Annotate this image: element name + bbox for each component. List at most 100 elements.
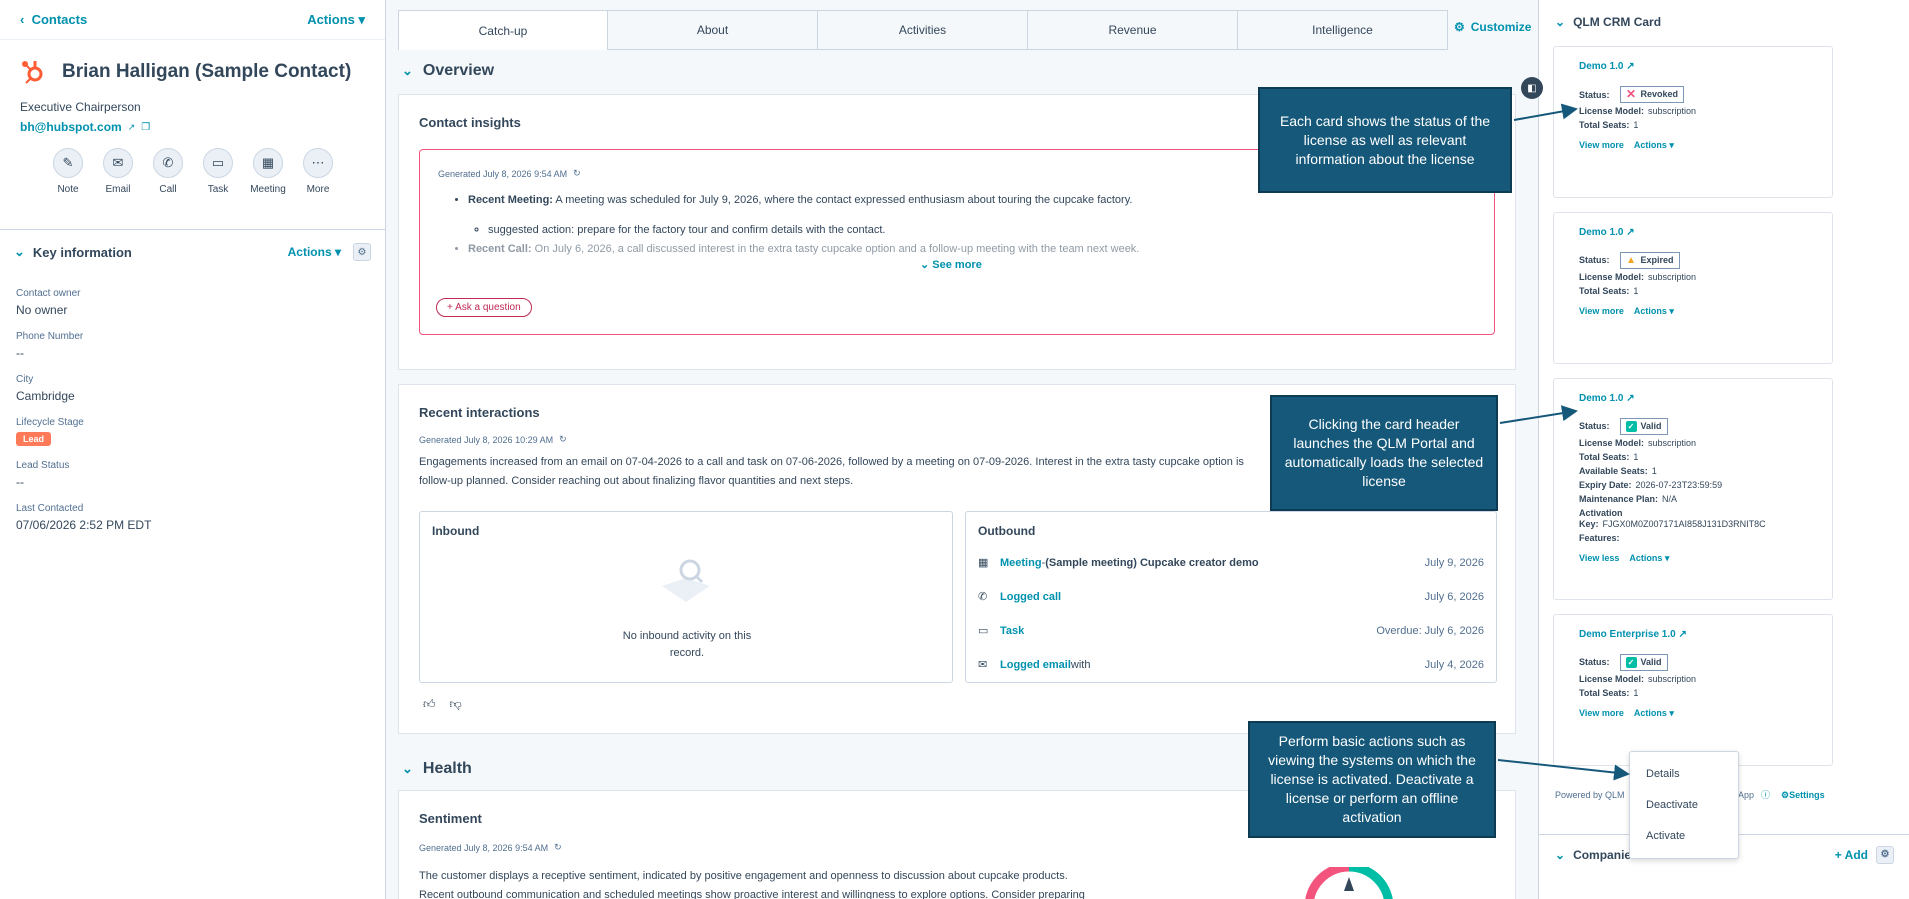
card-actions-button[interactable]: Actions ▾ [1629, 553, 1669, 564]
settings-link[interactable]: ⚙Settings [1781, 790, 1825, 801]
model-label: License Model: [1579, 674, 1645, 684]
add-company-button[interactable]: + Add [1835, 848, 1868, 862]
menu-item-deactivate[interactable]: Deactivate [1646, 799, 1698, 811]
more-action[interactable]: ⋯ More [300, 148, 336, 195]
outbound-item[interactable]: ✉ Logged email with July 4, 2026 [978, 658, 1484, 672]
status-value: Valid [1640, 421, 1662, 431]
hubspot-logo-icon [22, 61, 43, 84]
actions-label: Actions [307, 11, 355, 27]
callout-header: Clicking the card header launches the QL… [1270, 395, 1498, 511]
license-card-header[interactable]: Demo Enterprise 1.0 ↗ [1579, 629, 1807, 640]
email-icon: ✉ [978, 659, 988, 671]
quick-actions: ✎ Note ✉ Email ✆ Call ▭ Task ▦ Meeting ⋯ More [20, 148, 365, 195]
chevron-down-icon: ⌄ [1555, 15, 1566, 29]
license-name: Demo 1.0 [1579, 61, 1624, 72]
note-icon: ✎ [53, 148, 83, 178]
tab-activities[interactable]: Activities [818, 10, 1028, 50]
overview-group-header[interactable]: ⌄ Overview [402, 62, 494, 80]
city-value[interactable]: Cambridge [16, 389, 369, 403]
features-label: Features: [1579, 533, 1620, 543]
meeting-label: Meeting [250, 184, 286, 195]
task-action[interactable]: ▭ Task [200, 148, 236, 195]
outbound-item[interactable]: ✆ Logged call July 6, 2026 [978, 590, 1484, 604]
view-more-link[interactable]: View more [1579, 140, 1624, 151]
key-info-header[interactable]: ⌄ Key information Actions ▾ ⚙ [0, 230, 385, 274]
refresh-icon[interactable]: ↻ [559, 434, 567, 445]
license-card-header[interactable]: Demo 1.0 ↗ [1579, 61, 1807, 72]
refresh-icon[interactable]: ↻ [573, 168, 581, 179]
chevron-down-icon: ⌄ [1555, 847, 1566, 862]
lifecycle-badge[interactable]: Lead [16, 432, 52, 446]
chevron-down-icon: ⌄ [920, 259, 930, 271]
maintenance-label: Maintenance Plan: [1579, 494, 1659, 504]
back-to-contacts-link[interactable]: ‹ Contacts [20, 12, 87, 27]
health-title: Health [422, 760, 472, 777]
thumbs-up-icon[interactable]: 👍︎ [423, 697, 436, 712]
seats-label: Total Seats: [1579, 120, 1630, 130]
record-actions-button[interactable]: Actions ▾ [307, 12, 365, 28]
view-more-link[interactable]: View more [1579, 306, 1624, 317]
refresh-icon[interactable]: ↻ [554, 842, 562, 853]
owner-value[interactable]: No owner [16, 303, 369, 317]
interactions-generated: Generated July 8, 2026 10:29 AM [419, 434, 554, 445]
tab-revenue[interactable]: Revenue [1028, 10, 1238, 50]
add-label: Add [1844, 847, 1868, 862]
callout-status: Each card shows the status of the licens… [1258, 87, 1512, 193]
available-label: Available Seats: [1579, 466, 1648, 476]
record-header: Brian Halligan (Sample Contact) Executiv… [0, 40, 385, 230]
card-actions-label: Actions [1633, 708, 1667, 718]
call-action[interactable]: ✆ Call [150, 148, 186, 195]
key-info-title: Key information [32, 244, 132, 260]
menu-item-details[interactable]: Details [1646, 768, 1680, 780]
email-action[interactable]: ✉ Email [100, 148, 136, 195]
view-more-link[interactable]: View more [1579, 708, 1624, 719]
external-link-icon: ↗ [1626, 227, 1635, 238]
outbound-type: Logged call [1000, 590, 1062, 603]
model-label: License Model: [1579, 106, 1645, 116]
thumbs-down-icon[interactable]: 👎︎ [450, 697, 462, 712]
outbound-title: Outbound [978, 524, 1036, 538]
outbound-item[interactable]: ▭ Task Overdue: July 6, 2026 [978, 624, 1484, 638]
left-sidebar: ‹ Contacts Actions ▾ Brian Halligan (Sam… [0, 0, 386, 899]
email-link[interactable]: bh@hubspot.com [20, 120, 122, 134]
health-group-header[interactable]: ⌄ Health [402, 760, 472, 778]
outbound-item[interactable]: ▦ Meeting - (Sample meeting) Cupcake crea… [978, 556, 1484, 570]
note-action[interactable]: ✎ Note [50, 148, 86, 195]
status-label: Status: [1579, 657, 1610, 667]
qlm-card-header[interactable]: ⌄ QLM CRM Card [1539, 0, 1909, 44]
model-label: License Model: [1579, 438, 1645, 448]
key-info-actions-button[interactable]: Actions ▾ [288, 245, 341, 259]
ask-question-button[interactable]: + Ask a question [436, 298, 532, 317]
outbound-type: Logged email [1000, 658, 1071, 671]
license-card: Demo Enterprise 1.0 ↗ Status: ✓ Valid Lice… [1553, 614, 1833, 766]
tab-about[interactable]: About [608, 10, 818, 50]
phone-value[interactable]: -- [16, 346, 369, 360]
card-actions-button[interactable]: Actions ▾ [1634, 140, 1674, 151]
status-value: Expired [1640, 255, 1674, 265]
license-card-header[interactable]: Demo 1.0 ↗ [1579, 393, 1807, 404]
sentiment-generated: Generated July 8, 2026 9:54 AM [419, 842, 549, 853]
key-info-actions-label: Actions [287, 245, 332, 259]
gear-icon: ⚙ [1454, 20, 1465, 34]
status-badge: ✕ Revoked [1619, 86, 1685, 103]
card-actions-button[interactable]: Actions ▾ [1634, 708, 1674, 719]
copy-icon[interactable]: ❐ [141, 122, 150, 133]
see-more-link[interactable]: ⌄ See more [920, 258, 982, 271]
lead-status-value[interactable]: -- [16, 475, 369, 489]
last-contacted-value: 07/06/2026 2:52 PM EDT [16, 518, 152, 532]
info-icon[interactable]: ⓘ [1761, 788, 1770, 801]
menu-item-activate[interactable]: Activate [1646, 830, 1685, 842]
customize-button[interactable]: ⚙ Customize [1454, 20, 1531, 34]
meeting-action[interactable]: ▦ Meeting [250, 148, 286, 195]
tab-catch-up[interactable]: Catch-up [398, 10, 608, 50]
status-badge: ✓ Valid [1619, 654, 1668, 671]
card-actions-button[interactable]: Actions ▾ [1634, 306, 1674, 317]
gear-icon[interactable]: ⚙ [1876, 845, 1894, 864]
gear-icon[interactable]: ⚙ [353, 243, 371, 261]
panel-toggle-icon[interactable]: ◧ [1521, 77, 1543, 99]
license-card-header[interactable]: Demo 1.0 ↗ [1579, 227, 1807, 238]
inbound-box: Inbound No inbound activity on this reco… [419, 511, 953, 683]
inbound-empty-text: No inbound activity on this record. [622, 630, 752, 659]
view-less-link[interactable]: View less [1579, 553, 1619, 564]
tab-intelligence[interactable]: Intelligence [1238, 10, 1448, 50]
